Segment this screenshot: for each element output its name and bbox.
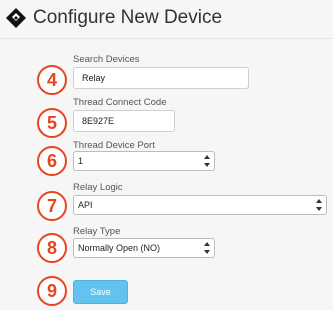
page-title: Configure New Device [33, 7, 223, 28]
step-badge-6: 6 [37, 146, 67, 176]
updown-arrows-icon [204, 155, 210, 167]
thread-connect-code-label: Thread Connect Code [73, 97, 167, 108]
relay-type-value: Normally Open (NO) [78, 243, 161, 253]
relay-type-label: Relay Type [73, 226, 121, 237]
relay-logic-select[interactable]: API [73, 195, 327, 215]
search-devices-label: Search Devices [73, 54, 140, 65]
search-devices-input[interactable]: Relay [73, 67, 249, 89]
relay-logic-label: Relay Logic [73, 182, 123, 193]
relay-type-select[interactable]: Normally Open (NO) [73, 238, 215, 258]
step-badge-8: 8 [37, 233, 67, 263]
updown-arrows-icon [204, 242, 210, 254]
diamond-logo-icon [6, 8, 26, 28]
updown-arrows-icon [316, 199, 322, 211]
header: Configure New Device [0, 0, 333, 38]
step-badge-9: 9 [37, 276, 67, 306]
step-badge-7: 7 [37, 191, 67, 221]
thread-device-port-select[interactable]: 1 [73, 151, 215, 171]
thread-device-port-value: 1 [78, 156, 84, 166]
relay-logic-value: API [78, 200, 93, 210]
save-button[interactable]: Save [73, 280, 128, 304]
header-divider [0, 38, 333, 39]
thread-device-port-label: Thread Device Port [73, 140, 155, 151]
step-badge-5: 5 [37, 108, 67, 138]
step-badge-4: 4 [37, 65, 67, 95]
thread-connect-code-input[interactable]: 8E927E [73, 110, 175, 132]
